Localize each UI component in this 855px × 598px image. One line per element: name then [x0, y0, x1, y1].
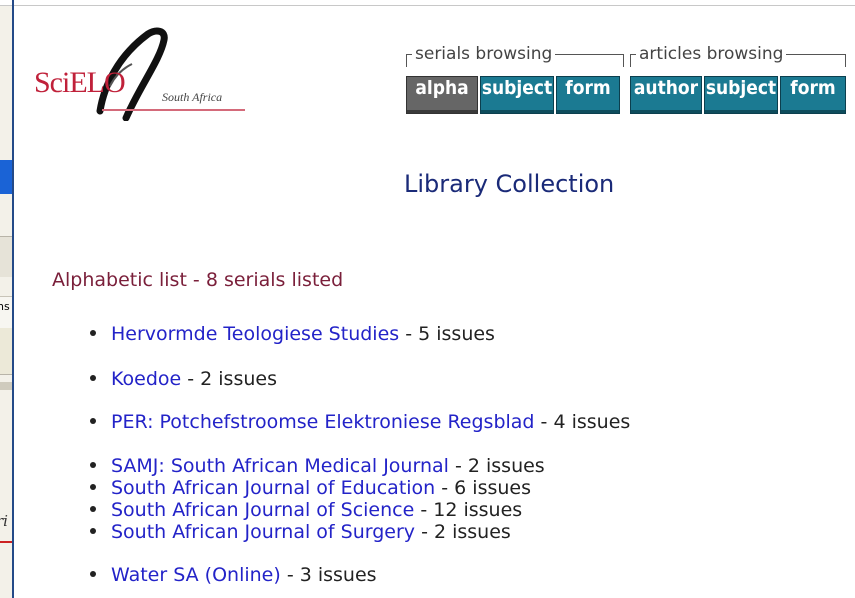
- serial-link[interactable]: Koedoe: [111, 368, 181, 390]
- bullet-icon: [90, 527, 96, 534]
- serial-link[interactable]: Water SA (Online): [111, 564, 281, 586]
- logo-wordmark: SciELO: [34, 66, 126, 99]
- bullet-icon: [90, 505, 96, 512]
- bullet-icon: [90, 329, 96, 336]
- background-window-toolbar: [0, 236, 12, 277]
- serials-form-button[interactable]: form: [556, 76, 620, 114]
- background-window-text-fragment: ns: [0, 300, 10, 313]
- list-heading: Alphabetic list - 8 serials listed: [52, 269, 344, 291]
- articles-browsing-legend: articles browsing: [636, 44, 787, 64]
- background-window-scrollbar: [0, 382, 12, 390]
- background-window-titlebar: [0, 160, 12, 194]
- serial-issue-count: - 4 issues: [540, 411, 631, 433]
- serial-item: Hervormde Teologiese Studies - 5 issues: [90, 323, 495, 345]
- background-window: ns ri: [0, 0, 855, 598]
- serial-item: Koedoe - 2 issues: [90, 368, 277, 390]
- articles-browsing-group: articles browsing author subject form: [630, 44, 846, 116]
- serial-link[interactable]: SAMJ: South African Medical Journal: [111, 455, 449, 477]
- bullet-icon: [90, 483, 96, 490]
- serial-link[interactable]: South African Journal of Science: [111, 499, 414, 521]
- page-title: Library Collection: [404, 170, 615, 198]
- serial-item: South African Journal of Science - 12 is…: [90, 499, 522, 521]
- serial-issue-count: - 2 issues: [187, 368, 277, 390]
- serials-browsing-legend: serials browsing: [412, 44, 556, 64]
- background-window-top-edge: [0, 0, 855, 6]
- logo-region: South Africa: [162, 90, 223, 104]
- background-window-panel: [0, 328, 12, 375]
- serial-link[interactable]: PER: Potchefstroomse Elektroniese Regsbl…: [111, 411, 535, 433]
- serial-item: PER: Potchefstroomse Elektroniese Regsbl…: [90, 411, 630, 433]
- serials-browsing-group: serials browsing alpha subject form: [406, 44, 624, 116]
- serial-issue-count: - 5 issues: [405, 323, 495, 345]
- logo-underline: [102, 109, 245, 111]
- articles-author-button[interactable]: author: [630, 76, 702, 114]
- serial-issue-count: - 2 issues: [454, 455, 545, 477]
- background-window-logo-fragment: ri: [0, 512, 8, 530]
- serials-subject-button[interactable]: subject: [480, 76, 554, 114]
- articles-subject-button[interactable]: subject: [704, 76, 778, 114]
- serial-issue-count: - 3 issues: [286, 564, 377, 586]
- serial-issue-count: - 6 issues: [441, 477, 532, 499]
- serials-alpha-button[interactable]: alpha: [406, 76, 478, 114]
- bullet-icon: [90, 570, 96, 577]
- serial-link[interactable]: South African Journal of Surgery: [111, 521, 415, 543]
- serial-item: SAMJ: South African Medical Journal - 2 …: [90, 455, 545, 477]
- serial-link[interactable]: South African Journal of Education: [111, 477, 435, 499]
- scielo-logo[interactable]: SciELO South Africa: [30, 26, 250, 122]
- serial-issue-count: - 12 issues: [420, 499, 523, 521]
- background-window-red-rule: [0, 541, 12, 543]
- bullet-icon: [90, 417, 96, 424]
- window-border: [12, 0, 14, 598]
- serial-link[interactable]: Hervormde Teologiese Studies: [111, 323, 399, 345]
- serial-item: South African Journal of Surgery - 2 iss…: [90, 521, 511, 543]
- bullet-icon: [90, 374, 96, 381]
- serial-item: Water SA (Online) - 3 issues: [90, 564, 377, 586]
- articles-form-button[interactable]: form: [780, 76, 846, 114]
- serial-item: South African Journal of Education - 6 i…: [90, 477, 531, 499]
- bullet-icon: [90, 461, 96, 468]
- serial-issue-count: - 2 issues: [421, 521, 511, 543]
